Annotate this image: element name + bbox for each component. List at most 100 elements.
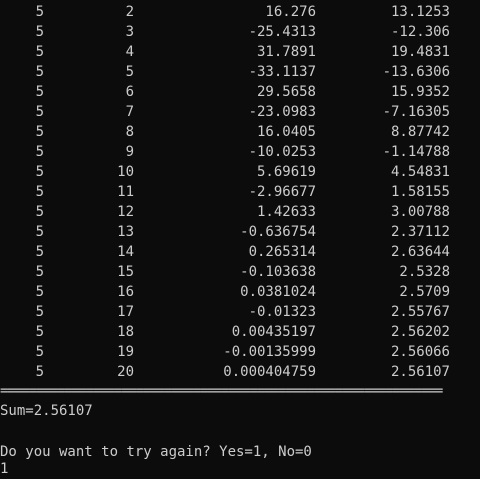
table-row: 5 19 -0.00135999 2.56066 xyxy=(0,342,480,362)
term-cell: 0.00435197 xyxy=(231,324,316,340)
partial-sum-cell: 2.37112 xyxy=(390,224,450,240)
term-cell: 16.0405 xyxy=(256,124,316,140)
iteration-cell: 5 xyxy=(35,144,44,160)
iteration-cell: 5 xyxy=(35,344,44,360)
index-cell: 4 xyxy=(125,44,134,60)
table-row: 5 14 0.265314 2.63644 xyxy=(0,242,480,262)
iteration-cell: 5 xyxy=(35,4,44,20)
iteration-cell: 5 xyxy=(35,364,44,380)
table-row: 5 2 16.276 13.1253 xyxy=(0,2,480,22)
table-row: 5 10 5.69619 4.54831 xyxy=(0,162,480,182)
table-row: 5 5 -33.1137 -13.6306 xyxy=(0,62,480,82)
table-row: 5 4 31.7891 19.4831 xyxy=(0,42,480,62)
iteration-cell: 5 xyxy=(35,244,44,260)
index-cell: 18 xyxy=(117,324,134,340)
sum-line: Sum=2.56107 xyxy=(0,403,93,419)
table-row: 5 12 1.42633 3.00788 xyxy=(0,202,480,222)
table-row: 5 11 -2.96677 1.58155 xyxy=(0,182,480,202)
iteration-cell: 5 xyxy=(35,24,44,40)
partial-sum-cell: 13.1253 xyxy=(390,4,450,20)
term-cell: 29.5658 xyxy=(256,84,316,100)
partial-sum-cell: 4.54831 xyxy=(390,164,450,180)
term-cell: 0.0381024 xyxy=(240,284,316,300)
partial-sum-cell: 2.56107 xyxy=(390,364,450,380)
partial-sum-cell: 2.5328 xyxy=(399,264,450,280)
index-cell: 12 xyxy=(117,204,134,220)
table-row: 5 6 29.5658 15.9352 xyxy=(0,82,480,102)
term-cell: -0.01323 xyxy=(248,304,316,320)
iteration-cell: 5 xyxy=(35,104,44,120)
iteration-cell: 5 xyxy=(35,124,44,140)
retry-prompt: Do you want to try again? Yes=1, No=0 xyxy=(0,444,312,460)
console-window[interactable]: 5 2 16.276 13.1253 5 3 -25.4313 -12.306 5 4 31.789… xyxy=(0,0,480,477)
iteration-cell: 5 xyxy=(35,264,44,280)
index-cell: 5 xyxy=(125,64,134,80)
index-cell: 8 xyxy=(125,124,134,140)
iteration-cell: 5 xyxy=(35,44,44,60)
index-cell: 13 xyxy=(117,224,134,240)
term-cell: 16.276 xyxy=(265,4,316,20)
term-cell: -10.0253 xyxy=(248,144,316,160)
table-row: 5 17 -0.01323 2.55767 xyxy=(0,302,480,322)
index-cell: 15 xyxy=(117,264,134,280)
term-cell: 0.000404759 xyxy=(223,364,316,380)
table-row: 5 9 -10.0253 -1.14788 xyxy=(0,142,480,162)
term-cell: 5.69619 xyxy=(256,164,316,180)
user-input[interactable]: 1 xyxy=(0,459,8,479)
index-cell: 6 xyxy=(125,84,134,100)
iteration-cell: 5 xyxy=(35,184,44,200)
iteration-cell: 5 xyxy=(35,164,44,180)
index-cell: 7 xyxy=(125,104,134,120)
term-cell: 31.7891 xyxy=(256,44,316,60)
iteration-cell: 5 xyxy=(35,224,44,240)
index-cell: 3 xyxy=(125,24,134,40)
index-cell: 10 xyxy=(117,164,134,180)
term-cell: -0.00135999 xyxy=(223,344,316,360)
index-cell: 20 xyxy=(117,364,134,380)
term-cell: -23.0983 xyxy=(248,104,316,120)
table-row: 5 15 -0.103638 2.5328 xyxy=(0,262,480,282)
partial-sum-cell: -7.16305 xyxy=(382,104,450,120)
term-cell: -0.103638 xyxy=(240,264,316,280)
partial-sum-cell: 2.63644 xyxy=(390,244,450,260)
term-cell: -0.636754 xyxy=(240,224,316,240)
term-cell: 0.265314 xyxy=(248,244,316,260)
iteration-cell: 5 xyxy=(35,324,44,340)
index-cell: 2 xyxy=(125,4,134,20)
index-cell: 19 xyxy=(117,344,134,360)
partial-sum-cell: 2.56202 xyxy=(390,324,450,340)
iteration-cell: 5 xyxy=(35,84,44,100)
term-cell: -33.1137 xyxy=(248,64,316,80)
partial-sum-cell: 15.9352 xyxy=(390,84,450,100)
partial-sum-cell: 2.56066 xyxy=(390,344,450,360)
iteration-cell: 5 xyxy=(35,204,44,220)
iteration-cell: 5 xyxy=(35,304,44,320)
table-row: 5 16 0.0381024 2.5709 xyxy=(0,282,480,302)
table-row: 5 8 16.0405 8.87742 xyxy=(0,122,480,142)
index-cell: 16 xyxy=(117,284,134,300)
partial-sum-cell: 8.87742 xyxy=(390,124,450,140)
table-row: 5 13 -0.636754 2.37112 xyxy=(0,222,480,242)
partial-sum-cell: -12.306 xyxy=(390,24,450,40)
term-cell: -2.96677 xyxy=(248,184,316,200)
partial-sum-cell: 2.5709 xyxy=(399,284,450,300)
term-cell: 1.42633 xyxy=(256,204,316,220)
table-row: 5 7 -23.0983 -7.16305 xyxy=(0,102,480,122)
separator-line: ========================================… xyxy=(0,383,443,399)
iteration-cell: 5 xyxy=(35,64,44,80)
partial-sum-cell: -1.14788 xyxy=(382,144,450,160)
partial-sum-cell: 1.58155 xyxy=(390,184,450,200)
partial-sum-cell: 2.55767 xyxy=(390,304,450,320)
partial-sum-cell: 3.00788 xyxy=(390,204,450,220)
table-row: 5 3 -25.4313 -12.306 xyxy=(0,22,480,42)
iteration-cell: 5 xyxy=(35,284,44,300)
table-row: 5 20 0.000404759 2.56107 xyxy=(0,362,480,382)
index-cell: 9 xyxy=(125,144,134,160)
term-cell: -25.4313 xyxy=(248,24,316,40)
table-row: 5 18 0.00435197 2.56202 xyxy=(0,322,480,342)
index-cell: 14 xyxy=(117,244,134,260)
partial-sum-cell: -13.6306 xyxy=(382,64,450,80)
index-cell: 11 xyxy=(117,184,134,200)
index-cell: 17 xyxy=(117,304,134,320)
partial-sum-cell: 19.4831 xyxy=(390,44,450,60)
